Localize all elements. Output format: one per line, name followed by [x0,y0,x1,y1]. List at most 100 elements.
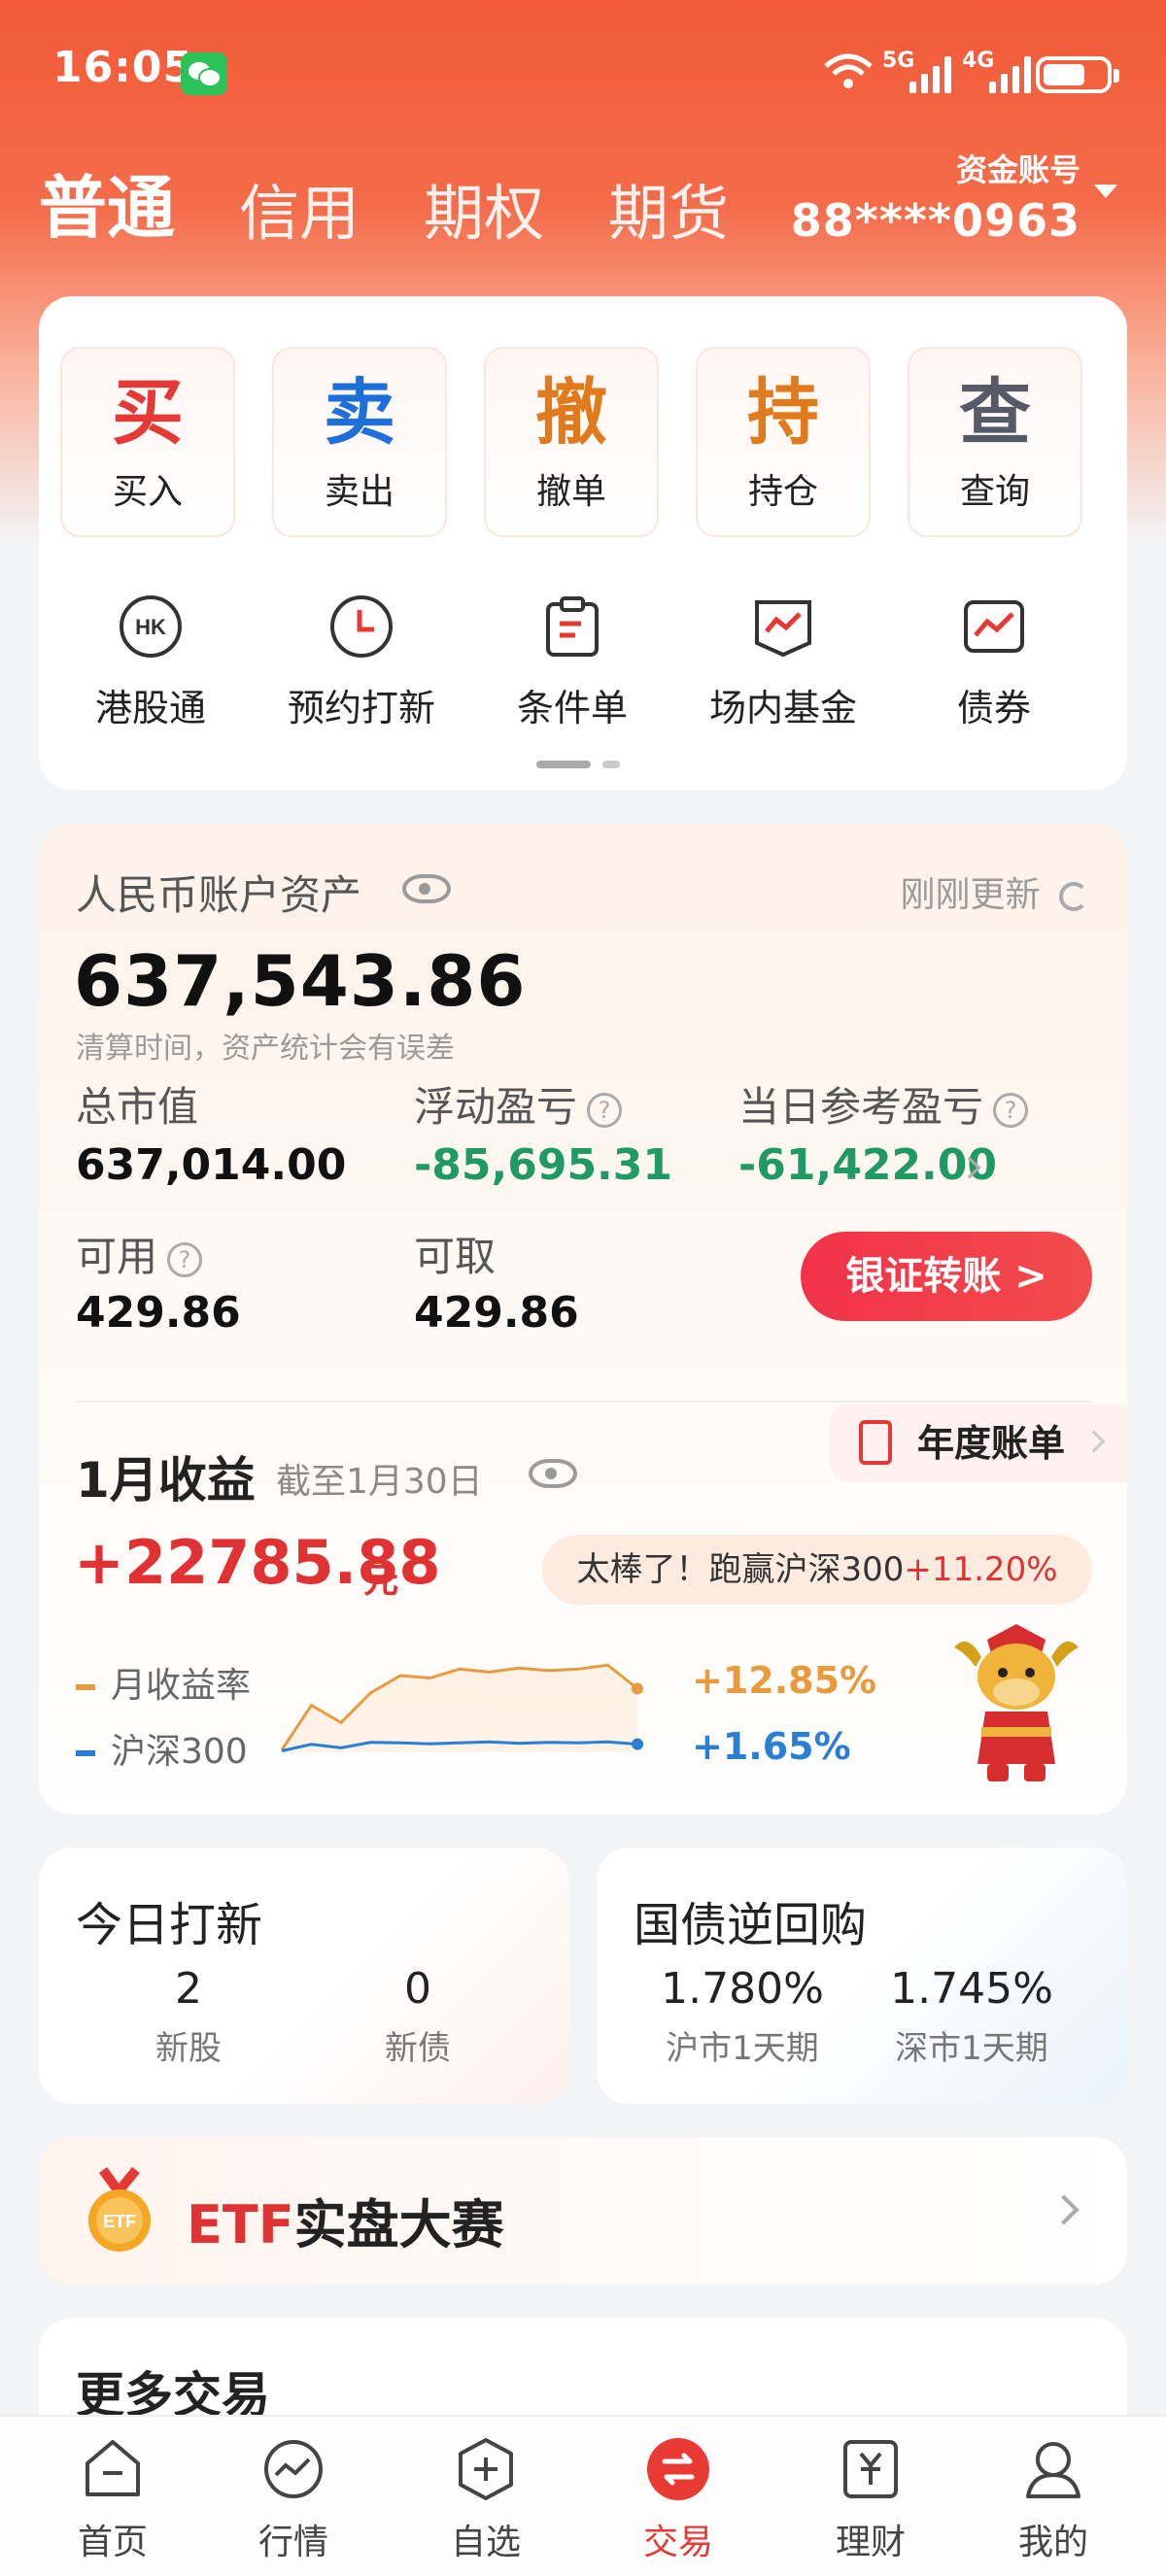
svg-text:ETF: ETF [103,2212,136,2231]
withdrawable-label: 可取 [414,1233,497,1280]
available-value: 429.86 [76,1288,241,1338]
eye-icon[interactable] [402,874,451,903]
tool-label: 预约打新 [287,687,435,729]
cancel-label: 撤单 [535,472,606,512]
svg-text:HK: HK [135,615,166,639]
sz-repo[interactable]: 1.745% 深市1天期 [865,1964,1079,2069]
profile-icon [1026,2442,1080,2498]
legend-csi300: 沪深300 [76,1723,248,1774]
tool-hk-connect[interactable]: HK 港股通 [53,593,248,731]
tool-conditional-order[interactable]: 条件单 [475,593,669,731]
tool-etf-fund[interactable]: 场内基金 [686,593,880,731]
sh-repo-rate: 1.780% [661,1964,824,2014]
annual-bill-button[interactable]: 年度账单 [830,1405,1127,1482]
sh-repo[interactable]: 1.780% 沪市1天期 [635,1964,849,2069]
tool-bonds[interactable]: 债券 [897,593,1091,731]
new-bonds-label: 新债 [385,2029,451,2068]
sell-label: 卖出 [324,472,394,512]
wealth-icon [843,2440,898,2498]
bond-chart-icon [964,600,1024,653]
etf-banner-title: ETF实盘大赛 [187,2182,504,2258]
query-glyph: 查 [959,371,1031,455]
tab-market[interactable]: 行情 [196,2434,391,2564]
ipo-card[interactable]: 今日打新 2 新股 0 新债 [39,1847,569,2104]
buy-glyph: 买 [112,371,184,455]
quick-actions-card: 买 买入 卖 卖出 撤 撤单 持 持仓 查 查询 HK 港股通 预约打新 条件单… [39,296,1127,790]
series-end-point-1 [632,1682,643,1695]
wifi-icon [824,53,873,88]
floating-pl-label: 浮动盈亏? [414,1074,623,1134]
status-time: 16:05 [52,43,194,92]
tab-watchlist[interactable]: 自选 [389,2434,583,2564]
tab-label: 理财 [835,2523,906,2562]
positions-button[interactable]: 持 持仓 [696,347,871,537]
legend-label: 沪深300 [111,1732,248,1772]
market-icon [264,2440,323,2498]
settlement-note: 清算时间，资产统计会有误差 [76,1032,455,1066]
buy-button[interactable]: 买 买入 [60,347,235,537]
sell-button[interactable]: 卖 卖出 [272,347,447,537]
sell-glyph: 卖 [324,371,395,455]
daily-pl-value[interactable]: -61,422.00 [738,1140,997,1190]
floating-pl-text: 浮动盈亏 [414,1083,578,1131]
monthly-title: 1月收益 [76,1452,256,1508]
monthly-as-of: 截至1月30日 [276,1462,483,1502]
eye-icon[interactable] [529,1459,577,1488]
legend-monthly-return: 月收益率 [76,1657,251,1708]
query-button[interactable]: 查 查询 [908,347,1082,537]
chevron-right-icon [1048,2194,1080,2225]
battery-icon [1036,56,1119,93]
tab-profile[interactable]: 我的 [956,2434,1150,2564]
account-label: 资金账号 [955,152,1080,188]
tool-ipo-reserve[interactable]: 预约打新 [264,593,459,731]
daily-pl-label: 当日参考盈亏? [738,1074,1029,1134]
ipo-title: 今日打新 [76,1898,263,1952]
sh-repo-label: 沪市1天期 [666,2029,819,2068]
signal-bars-icon [989,52,1031,93]
outperform-bubble: 太棒了！跑赢沪深300+11.20% [542,1535,1092,1605]
cancel-order-button[interactable]: 撤 撤单 [484,347,659,537]
hk-icon: HK [120,595,182,658]
help-icon[interactable]: ? [993,1092,1029,1128]
tool-label: 债券 [956,687,1031,729]
clipboard-icon [546,596,599,657]
tab-wealth[interactable]: 理财 [773,2434,968,2564]
new-stocks-label: 新股 [155,2029,222,2068]
account-selector[interactable]: 资金账号 88****0963 [791,146,1080,247]
tool-label: 场内基金 [708,687,857,729]
bank-securities-transfer-button[interactable]: 银证转账 > [801,1232,1092,1321]
tab-futures[interactable]: 期货 [608,164,729,252]
etf-highlight: ETF [187,2194,294,2255]
update-status[interactable]: 刚刚更新 [901,866,1088,917]
floating-pl-value: -85,695.31 [414,1140,672,1190]
annual-bill-label: 年度账单 [917,1422,1066,1465]
help-icon[interactable]: ? [587,1092,623,1128]
tab-trade[interactable]: 交易 [581,2434,775,2564]
help-icon[interactable]: ? [167,1241,203,1277]
etf-contest-banner[interactable]: ETF ETF实盘大赛 [39,2137,1127,2285]
tab-home[interactable]: 首页 [16,2434,210,2564]
query-label: 查询 [959,472,1030,512]
sz-repo-rate: 1.745% [890,1964,1053,2014]
clock-icon [330,595,393,658]
asset-card: 人民币账户资产 刚刚更新 637,543.86 清算时间，资产统计会有误差 总市… [39,824,1127,1814]
caret-down-icon[interactable] [1094,185,1117,198]
fund-chart-icon [755,600,811,658]
monthly-unit: 元 [363,1561,399,1601]
home-icon [86,2440,140,2496]
tab-credit[interactable]: 信用 [239,164,360,252]
divider [76,1401,1092,1403]
series-area [282,1665,637,1752]
new-bonds[interactable]: 0 新债 [311,1964,525,2069]
monthly-return-pct: +12.85% [692,1659,877,1702]
document-icon [859,1420,892,1465]
treasury-repo-card[interactable]: 国债逆回购 1.780% 沪市1天期 1.745% 深市1天期 [597,1847,1127,2104]
asset-title: 人民币账户资产 [76,871,362,919]
tab-normal[interactable]: 普通 [39,153,175,252]
legend-label: 月收益率 [111,1666,252,1706]
tab-options[interactable]: 期权 [424,164,544,252]
bubble-text: 太棒了！跑赢沪深300 [576,1550,905,1589]
buy-label: 买入 [112,472,183,512]
new-stocks[interactable]: 2 新股 [82,1964,295,2069]
monthly-return-chart [280,1663,643,1752]
